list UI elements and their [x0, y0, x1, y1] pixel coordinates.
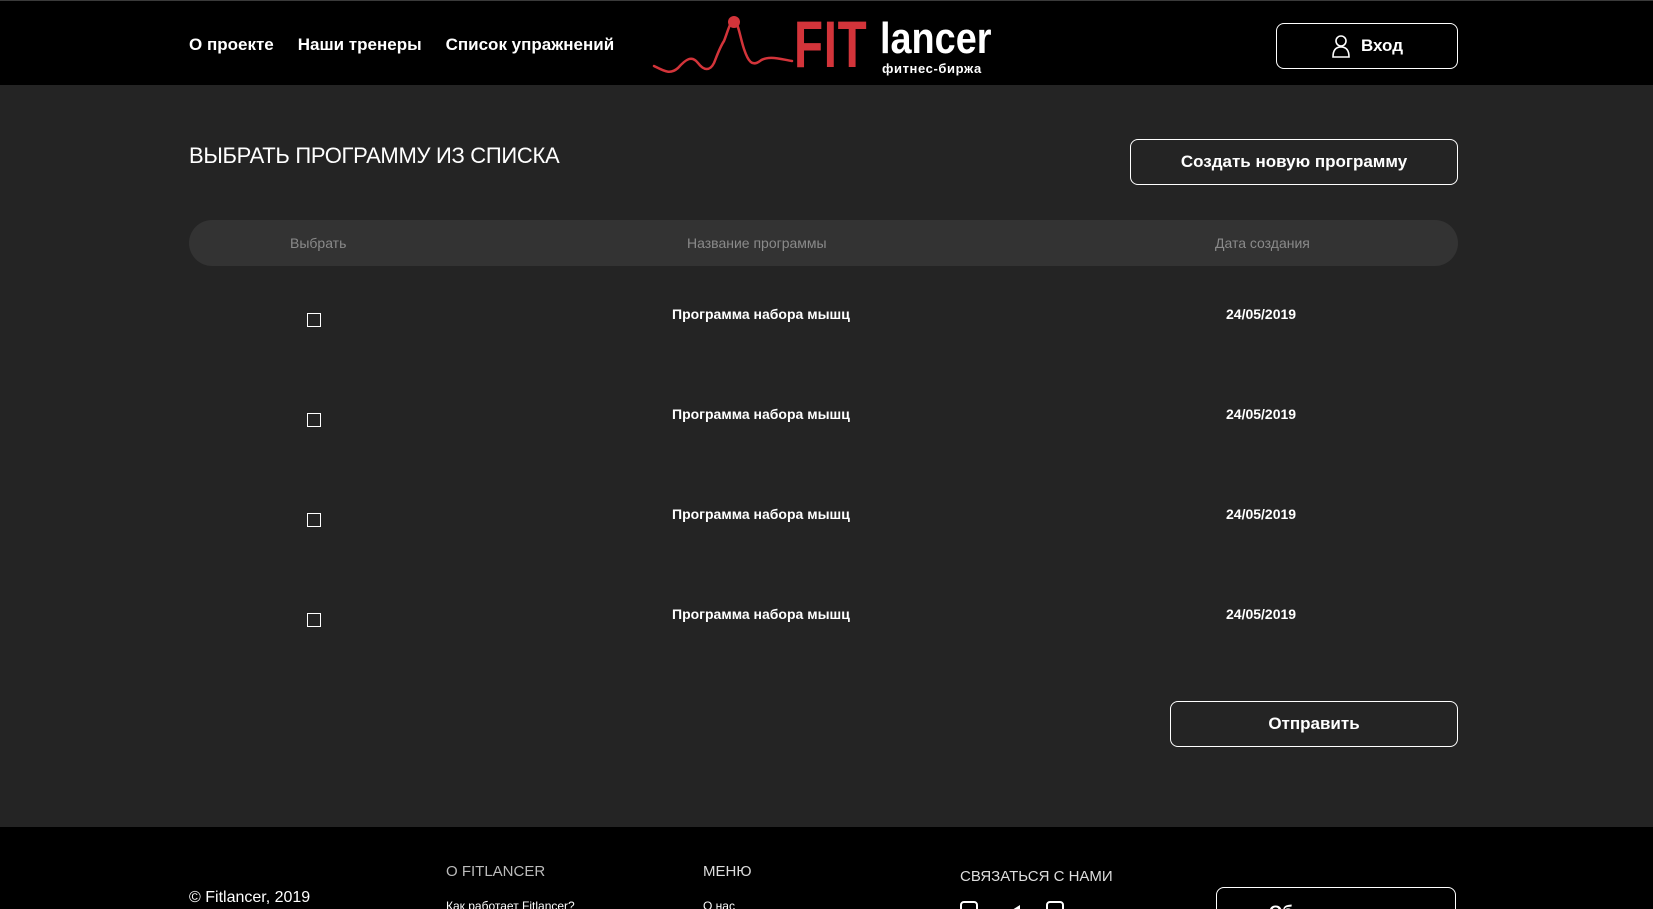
social-links — [960, 901, 1064, 909]
telegram-icon[interactable] — [1004, 905, 1020, 909]
logo[interactable]: FIT lancer фитнес-биржа — [652, 11, 997, 79]
table-header: Выбрать Название программы Дата создания — [189, 220, 1458, 266]
create-program-button[interactable]: Создать новую программу — [1130, 139, 1458, 185]
logo-lancer-text: lancer — [880, 14, 992, 63]
footer-about-title: О FITLANCER — [446, 863, 546, 880]
page: О проекте Наши тренеры Список упражнений… — [0, 0, 1653, 909]
column-header-name: Название программы — [687, 235, 827, 251]
logo-fit-text: FIT — [794, 7, 868, 81]
footer-menu-title: МЕНЮ — [703, 863, 752, 880]
table-row: Программа набора мышц 24/05/2019 — [189, 300, 1458, 340]
table-row: Программа набора мышц 24/05/2019 — [189, 500, 1458, 540]
nav-link-trainers[interactable]: Наши тренеры — [298, 35, 422, 55]
submit-button[interactable]: Отправить — [1170, 701, 1458, 747]
program-name: Программа набора мышц — [672, 506, 850, 522]
column-header-date: Дата создания — [1215, 235, 1310, 251]
program-name: Программа набора мышц — [672, 306, 850, 322]
page-title: ВЫБРАТЬ ПРОГРАММУ ИЗ СПИСКА — [189, 143, 560, 168]
user-icon — [1332, 35, 1350, 58]
login-label: Вход — [1360, 36, 1404, 55]
footer-how-it-works-link[interactable]: Как работает Fitlancer? — [446, 899, 575, 909]
nav-link-exercises[interactable]: Список упражнений — [446, 35, 615, 55]
footer-button[interactable]: Об — [1216, 887, 1456, 909]
login-button[interactable]: Вход — [1276, 23, 1458, 69]
table-row: Программа набора мышц 24/05/2019 — [189, 400, 1458, 440]
row-checkbox[interactable] — [307, 413, 321, 427]
program-date: 24/05/2019 — [1226, 506, 1297, 522]
logo-subtitle: фитнес-биржа — [882, 61, 982, 76]
program-date: 24/05/2019 — [1226, 306, 1297, 322]
row-checkbox[interactable] — [307, 513, 321, 527]
column-header-select: Выбрать — [290, 235, 347, 251]
heartbeat-logo-icon — [652, 16, 794, 74]
main-nav: О проекте Наши тренеры Список упражнений — [189, 35, 614, 55]
mail-icon[interactable] — [1046, 901, 1064, 909]
site-header: О проекте Наши тренеры Список упражнений… — [0, 0, 1653, 85]
row-checkbox[interactable] — [307, 613, 321, 627]
copyright: © Fitlancer, 2019 — [189, 889, 311, 906]
program-name: Программа набора мышц — [672, 406, 850, 422]
row-checkbox[interactable] — [307, 313, 321, 327]
footer-contact-title: СВЯЗАТЬСЯ С НАМИ — [960, 868, 1113, 885]
site-footer: © Fitlancer, 2019 О FITLANCER Как работа… — [0, 827, 1653, 909]
footer-about-us-link[interactable]: О нас — [703, 899, 735, 909]
program-date: 24/05/2019 — [1226, 606, 1297, 622]
program-name: Программа набора мышц — [672, 606, 850, 622]
instagram-icon[interactable] — [960, 901, 978, 909]
program-date: 24/05/2019 — [1226, 406, 1297, 422]
table-row: Программа набора мышц 24/05/2019 — [189, 600, 1458, 640]
nav-link-about[interactable]: О проекте — [189, 35, 274, 55]
